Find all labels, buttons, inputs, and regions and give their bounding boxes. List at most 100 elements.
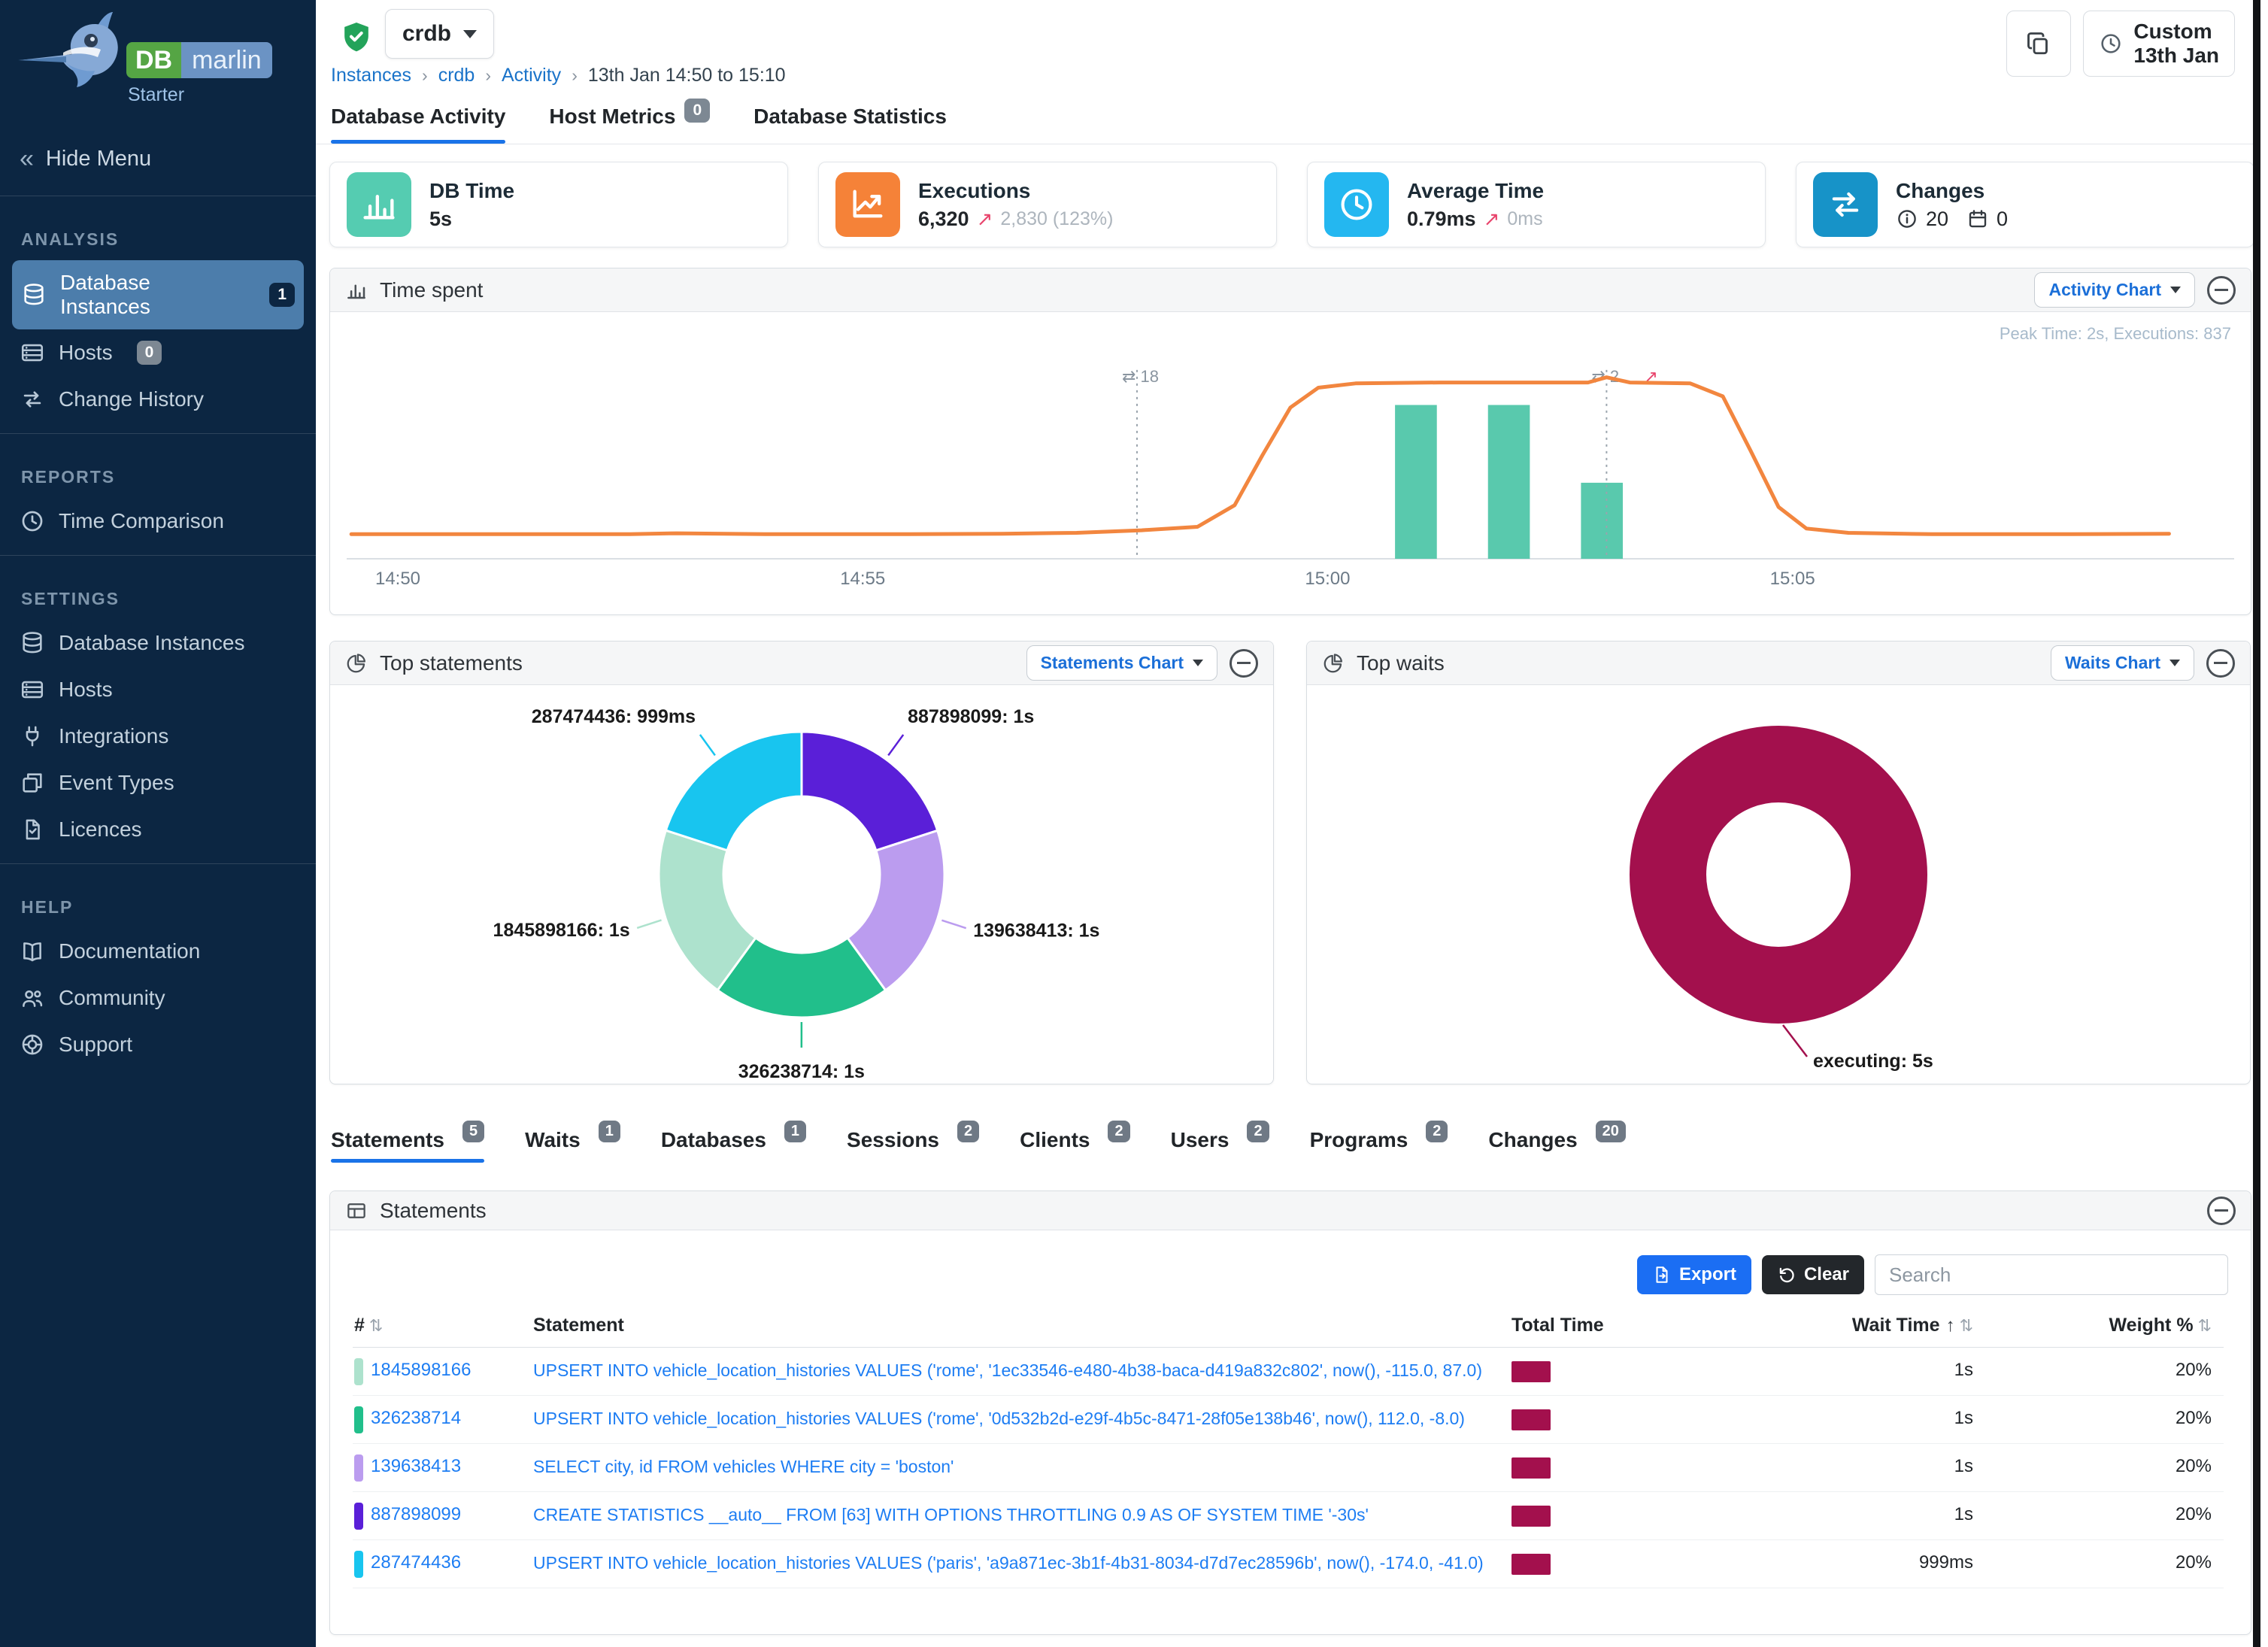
- statements-chart-dropdown[interactable]: Statements Chart: [1026, 645, 1217, 681]
- waits-chart-dropdown[interactable]: Waits Chart: [2051, 645, 2194, 681]
- total-time-bar: [1511, 1409, 1551, 1430]
- column-weight[interactable]: Weight %: [2109, 1315, 2194, 1336]
- tab-statements[interactable]: Statements 5: [331, 1128, 484, 1163]
- column-statement[interactable]: Statement: [533, 1315, 624, 1336]
- calendar-icon: [1966, 208, 1989, 230]
- tab-label: Programs: [1310, 1128, 1408, 1152]
- statement-id-link[interactable]: 1845898166: [371, 1360, 471, 1381]
- sidebar-item-label: Database Instances: [59, 631, 245, 655]
- collapse-panel-button[interactable]: [2207, 1197, 2236, 1225]
- tab-programs[interactable]: Programs 2: [1310, 1128, 1448, 1163]
- sort-icon[interactable]: ⇅: [1960, 1316, 1973, 1335]
- column-total-time[interactable]: Total Time: [1511, 1315, 1604, 1336]
- breadcrumb-instance[interactable]: crdb: [438, 65, 475, 86]
- sidebar-item-database-instances[interactable]: Database Instances 1: [12, 260, 304, 329]
- panel-title: Time spent: [380, 278, 483, 302]
- sidebar-item-time-comparison[interactable]: Time Comparison: [0, 498, 316, 544]
- count-badge: 0: [684, 99, 710, 123]
- tab-users[interactable]: Users 2: [1171, 1128, 1269, 1163]
- database-icon: [21, 282, 47, 308]
- database-icon: [20, 630, 45, 656]
- brand-db: DB: [126, 42, 181, 78]
- tab-database-activity[interactable]: Database Activity: [331, 105, 505, 144]
- clear-button[interactable]: Clear: [1762, 1255, 1864, 1294]
- search-input[interactable]: [1875, 1254, 2228, 1295]
- export-button[interactable]: Export: [1637, 1255, 1751, 1294]
- section-title-reports: REPORTS: [0, 460, 316, 498]
- sidebar-item-support[interactable]: Support: [0, 1021, 316, 1068]
- card-average-time: Average Time 0.79ms ↗ 0ms: [1307, 162, 1766, 247]
- table-header: #⇅ Statement Total Time Wait Time↑⇅ Weig…: [353, 1310, 2224, 1348]
- copy-link-button[interactable]: [2006, 11, 2071, 77]
- weight-value: 20%: [2067, 1552, 2212, 1573]
- tab-label: Sessions: [847, 1128, 939, 1152]
- statement-text-link[interactable]: UPSERT INTO vehicle_location_histories V…: [533, 1553, 1484, 1573]
- time-range-button[interactable]: Custom 13th Jan: [2083, 11, 2235, 77]
- sidebar-item-settings-hosts[interactable]: Hosts: [0, 666, 316, 713]
- tab-label: Clients: [1020, 1128, 1090, 1152]
- sidebar-item-documentation[interactable]: Documentation: [0, 928, 316, 975]
- sidebar-item-settings-database-instances[interactable]: Database Instances: [0, 620, 316, 666]
- sort-asc-icon[interactable]: ↑: [1946, 1315, 1955, 1336]
- breadcrumb-activity[interactable]: Activity: [502, 65, 561, 86]
- breadcrumb-separator: ›: [485, 65, 491, 86]
- column-wait-time[interactable]: Wait Time: [1852, 1315, 1940, 1336]
- sidebar-item-label: Community: [59, 986, 165, 1010]
- chevron-down-icon: [1193, 660, 1203, 666]
- count-badge: 5: [462, 1121, 484, 1142]
- instance-selector-button[interactable]: crdb: [385, 9, 494, 59]
- statement-text-link[interactable]: SELECT city, id FROM vehicles WHERE city…: [533, 1457, 954, 1477]
- statement-id-link[interactable]: 326238714: [371, 1408, 461, 1429]
- tab-host-metrics[interactable]: Host Metrics 0: [549, 105, 710, 144]
- sidebar-item-community[interactable]: Community: [0, 975, 316, 1021]
- sort-icon[interactable]: ⇅: [369, 1316, 383, 1335]
- column-number[interactable]: #: [354, 1315, 365, 1336]
- hide-menu-button[interactable]: « Hide Menu: [0, 132, 316, 185]
- table-row: 887898099 CREATE STATISTICS __auto__ FRO…: [353, 1492, 2224, 1540]
- tab-database-statistics[interactable]: Database Statistics: [753, 105, 947, 144]
- statement-text-link[interactable]: UPSERT INTO vehicle_location_histories V…: [533, 1360, 1482, 1381]
- sort-icon[interactable]: ⇅: [2198, 1316, 2212, 1335]
- table-rows: 1845898166 UPSERT INTO vehicle_location_…: [353, 1348, 2224, 1588]
- pie-chart-icon: [345, 652, 368, 675]
- tab-waits[interactable]: Waits 1: [525, 1128, 620, 1163]
- activity-chart-dropdown[interactable]: Activity Chart: [2034, 272, 2195, 308]
- sidebar-item-event-types[interactable]: Event Types: [0, 760, 316, 806]
- sidebar-item-integrations[interactable]: Integrations: [0, 713, 316, 760]
- statement-text-link[interactable]: CREATE STATISTICS __auto__ FROM [63] WIT…: [533, 1505, 1369, 1525]
- wait-time-value: 1s: [1819, 1504, 1973, 1525]
- statement-id-link[interactable]: 887898099: [371, 1504, 461, 1525]
- divider: [0, 863, 316, 864]
- dropdown-label: Activity Chart: [2048, 280, 2161, 300]
- dropdown-label: Waits Chart: [2065, 653, 2160, 673]
- people-icon: [20, 985, 45, 1011]
- detail-tabs: Statements 5 Waits 1 Databases 1 Session…: [331, 1128, 1626, 1163]
- statement-id-link[interactable]: 287474436: [371, 1552, 461, 1573]
- section-title-settings: SETTINGS: [0, 581, 316, 620]
- tab-label: Waits: [525, 1128, 581, 1152]
- window-scrollbar-edge[interactable]: [2253, 0, 2260, 1647]
- collapse-panel-button[interactable]: [2207, 276, 2236, 305]
- wait-time-value: 999ms: [1819, 1552, 1973, 1573]
- bar-chart-icon: [345, 279, 368, 302]
- tab-clients[interactable]: Clients 2: [1020, 1128, 1129, 1163]
- top-waits-donut: executing: 5s: [1307, 688, 2250, 1082]
- statement-text-link[interactable]: UPSERT INTO vehicle_location_histories V…: [533, 1409, 1465, 1429]
- tab-sessions[interactable]: Sessions 2: [847, 1128, 979, 1163]
- breadcrumb-separator: ›: [422, 65, 428, 86]
- sidebar-item-hosts[interactable]: Hosts 0: [0, 329, 316, 376]
- collapse-panel-button[interactable]: [2206, 649, 2235, 678]
- breadcrumb-instances[interactable]: Instances: [331, 65, 411, 86]
- trend-up-icon: ↗: [977, 208, 993, 231]
- collapse-panel-button[interactable]: [1230, 649, 1258, 678]
- count-badge: 1: [599, 1121, 620, 1142]
- clock-icon: [20, 508, 45, 534]
- tab-databases[interactable]: Databases 1: [661, 1128, 806, 1163]
- sidebar-item-change-history[interactable]: Change History: [0, 376, 316, 423]
- top-statements-donut: 887898099: 1s139638413: 1s326238714: 1s1…: [330, 688, 1273, 1082]
- chevrons-left-icon: «: [20, 146, 34, 171]
- sidebar-item-licences[interactable]: Licences: [0, 806, 316, 853]
- tab-changes[interactable]: Changes 20: [1488, 1128, 1626, 1163]
- statement-id-link[interactable]: 139638413: [371, 1456, 461, 1477]
- tab-label: Database Activity: [331, 105, 505, 129]
